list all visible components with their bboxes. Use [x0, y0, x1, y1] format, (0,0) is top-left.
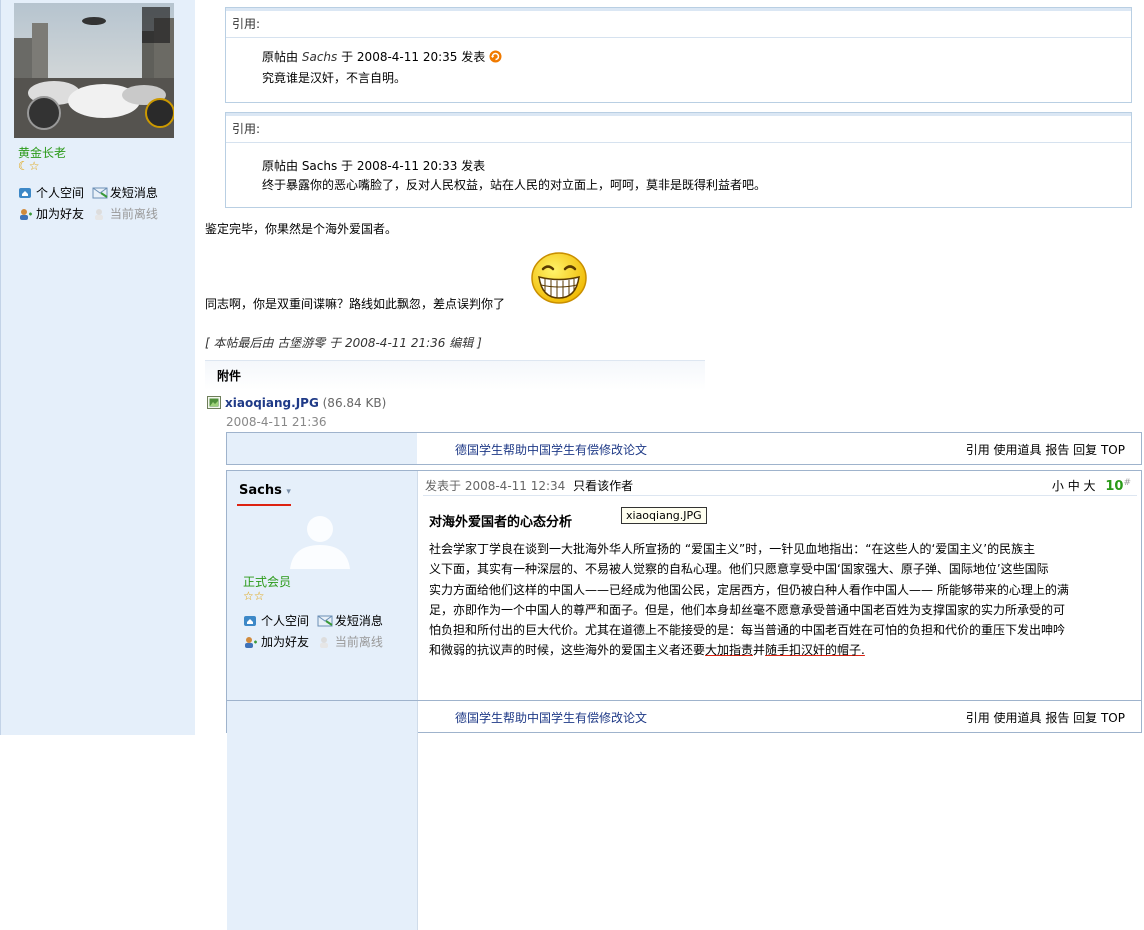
floor-suffix: # [1123, 478, 1131, 488]
add-friend-link[interactable]: 加为好友 [36, 207, 84, 221]
send-message-link[interactable]: 发短消息 [335, 614, 383, 628]
image-file-icon [207, 396, 221, 412]
add-friend-icon [18, 206, 32, 220]
add-friend-link[interactable]: 加为好友 [261, 635, 309, 649]
ad-link[interactable]: 德国学生帮助中国学生有偿修改论文 [455, 709, 647, 726]
chevron-down-icon[interactable]: ▾ [286, 487, 291, 497]
font-size-switch[interactable]: 小 中 大 [1052, 479, 1096, 493]
post-2: Sachs ▾ 正式会员 ☆☆ 个人空间 发短消息 加为好友 当前离线 发表于 … [226, 470, 1142, 930]
body-line: 义下面，其实有一种深层的、不易被人觉察的自私心理。他们只愿意享受中国‘国家强大、… [429, 562, 1049, 577]
user-avatar[interactable] [14, 3, 174, 138]
home-icon [18, 185, 32, 198]
grin-smiley-icon [530, 251, 588, 308]
personal-space-link[interactable]: 个人空间 [36, 186, 84, 200]
message-icon [317, 613, 333, 627]
highlighted-phrase: 随手扣汉奸的帽子. [765, 643, 865, 658]
quote-meta: 原帖由 Sachs 于 2008-4-11 20:33 发表 [262, 159, 486, 173]
quote-label: 引用: [226, 113, 1131, 143]
divider [423, 495, 1137, 496]
send-message-link[interactable]: 发短消息 [110, 186, 158, 200]
home-icon [243, 613, 257, 626]
quote-date: 于 2008-4-11 20:35 发表 [341, 50, 486, 64]
quote-label: 引用: [226, 8, 1131, 38]
message-icon [92, 185, 108, 199]
floor-number[interactable]: 10 [1105, 479, 1123, 494]
quote-box: 引用: 原帖由 Sachs 于 2008-4-11 20:33 发表 终于暴露你… [225, 112, 1132, 208]
default-avatar [285, 509, 355, 572]
ad-link[interactable]: 德国学生帮助中国学生有偿修改论文 [455, 441, 647, 458]
post-text: 鉴定完毕，你果然是个海外爱国者。 [205, 222, 398, 236]
post-actions[interactable]: 引用 使用道具 报告 回复 TOP [966, 441, 1125, 458]
edit-note: [ 本帖最后由 古堡游零 于 2008-4-11 21:36 编辑 ] [205, 336, 482, 350]
tooltip: xiaoqiang.JPG [621, 507, 707, 524]
attachment-link[interactable]: xiaoqiang.JPG [225, 396, 319, 410]
spell-underline [237, 504, 291, 506]
offline-user-icon [317, 634, 331, 648]
only-author-link[interactable]: 只看该作者 [573, 479, 633, 493]
attachment-date: 2008-4-11 21:36 [226, 415, 327, 429]
body-line: 社会学家丁学良在谈到一大批海外华人所宣扬的 “爱国主义”时，一针见血地指出：“在… [429, 542, 1036, 556]
body-line: 实力方面给他们这样的中国人——已经成为他国公民，定居西方，但仍被白种人看作中国人… [429, 582, 1069, 597]
user-rank: 正式会员 [243, 575, 292, 589]
online-status: 当前离线 [334, 635, 383, 649]
attachment-size: (86.84 KB) [322, 396, 387, 410]
post-footer: 德国学生帮助中国学生有偿修改论文 引用 使用道具 报告 回复 TOP [227, 700, 1141, 930]
post-body: 社会学家丁学良在谈到一大批海外华人所宣扬的 “爱国主义”时，一针见血地指出：“在… [429, 539, 1139, 661]
goto-post-icon[interactable] [489, 50, 502, 69]
add-friend-icon [243, 634, 257, 648]
personal-space-link[interactable]: 个人空间 [261, 614, 309, 628]
username[interactable]: Sachs [239, 483, 282, 498]
rank-stars-icon: ☾☆ [18, 159, 40, 173]
highlighted-phrase: 大加指责 [705, 643, 754, 658]
footer-left-column [227, 701, 418, 930]
body-line: 和微弱的抗议声的时候，这些海外的爱国主义者还要大加指责并随手扣汉奸的帽子. [429, 643, 865, 658]
quote-text: 究竟谁是汉奸，不言自明。 [262, 71, 407, 85]
rank-stars-icon: ☆☆ [243, 589, 265, 603]
quote-text: 终于暴露你的恶心嘴脸了，反对人民权益，站在人民的对立面上，呵呵，莫非是既得利益者… [262, 178, 767, 192]
quote-box: 引用: 原帖由 Sachs 于 2008-4-11 20:35 发表 究竟谁是汉… [225, 7, 1132, 103]
post-text: 同志啊，你是双重间谍嘛？路线如此飘忽，差点误判你了 [205, 297, 506, 311]
offline-user-icon [92, 206, 106, 220]
footer-left-column [227, 433, 417, 464]
post2-user-sidebar: Sachs ▾ 正式会员 ☆☆ 个人空间 发短消息 加为好友 当前离线 [227, 471, 418, 700]
quote-author: Sachs [301, 50, 338, 64]
body-line: 怕负担和所付出的巨大代价。尤其在道德上不能接受的是：每当普通的中国老百姓在可怕的… [429, 623, 1066, 638]
post-date: 发表于 2008-4-11 12:34 [425, 479, 566, 493]
body-line: 足，亦即作为一个中国人的尊严和面子。但是，他们本身却丝毫不愿意承受普通中国老百姓… [429, 602, 1066, 617]
post-footer: 德国学生帮助中国学生有偿修改论文 引用 使用道具 报告 回复 TOP [226, 432, 1142, 465]
post-actions[interactable]: 引用 使用道具 报告 回复 TOP [966, 709, 1125, 726]
online-status: 当前离线 [109, 207, 158, 221]
post-title: 对海外爱国者的心态分析 [429, 515, 573, 530]
quote-intro: 原帖由 [262, 50, 299, 64]
attachment-header: 附件 [205, 360, 705, 390]
